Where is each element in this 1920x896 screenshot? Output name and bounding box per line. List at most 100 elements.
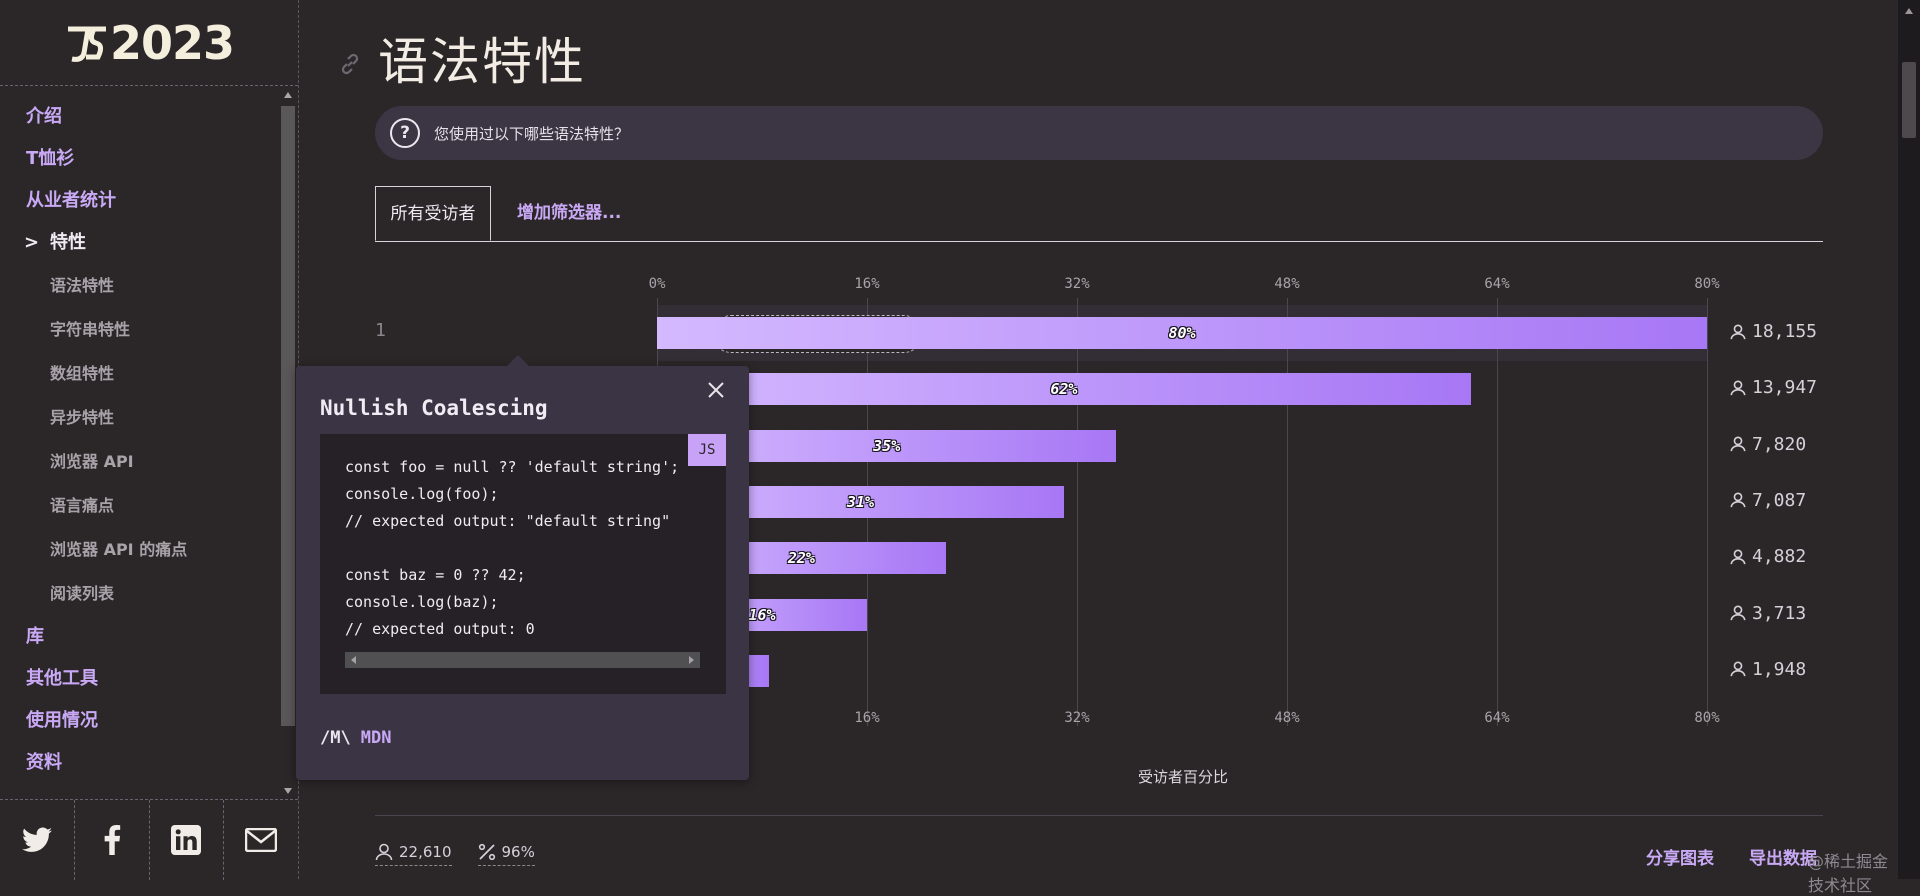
data-bar[interactable]: 80% [657,317,1707,349]
nav-sub-browser-api[interactable]: 浏览器 API [0,440,280,484]
respondent-count: 4,882 [1730,546,1806,567]
x-tick-label-bottom: 64% [1484,710,1510,726]
nav-sub-language-pain[interactable]: 语言痛点 [0,484,280,528]
question-box: ? 您使用过以下哪些语法特性？ [375,106,1823,160]
gridline [1077,298,1078,726]
code-horizontal-scrollbar[interactable] [345,652,700,668]
x-tick-label-top: 0% [648,276,666,292]
nav-item-other-tools[interactable]: 其他工具 [0,658,280,700]
x-tick-label-top: 16% [854,276,880,292]
data-bar[interactable]: 62% [657,373,1471,406]
gridline [1287,298,1288,726]
facebook-link[interactable] [75,800,150,880]
count-value: 18,155 [1752,321,1818,342]
nav-item-usage[interactable]: 使用情况 [0,700,280,742]
page-scroll-thumb[interactable] [1902,62,1916,138]
respondent-count: 3,713 [1730,603,1806,624]
respondent-count: 7,087 [1730,490,1806,511]
user-icon [1730,605,1746,621]
user-icon [1730,324,1746,339]
count-value: 7,820 [1752,433,1807,455]
respondent-count: 1,948 [1730,659,1806,680]
count-value: 3,713 [1752,602,1807,624]
nav-item-resources[interactable]: 资料 [0,742,280,784]
linkedin-link[interactable] [150,800,225,880]
nav-item-features-label: 特性 [50,232,86,253]
nav-sub-reading-list[interactable]: 阅读列表 [0,572,280,616]
divider [375,815,1823,816]
filter-tabs: 所有受访者 增加筛选器... [375,186,1823,242]
x-tick-label-bottom: 16% [854,710,880,726]
facebook-icon [104,825,120,855]
js-logo-icon [67,26,106,62]
logo-year: 2023 [109,15,235,70]
nav-item-intro[interactable]: 介绍 [0,96,280,138]
respondent-count: 18,155 [1730,321,1817,342]
respondents-stat[interactable]: 22,610 [375,843,452,866]
x-tick-label-bottom: 80% [1694,710,1720,726]
scroll-up-arrow-icon[interactable] [284,92,292,98]
mdn-label: MDN [360,728,392,748]
share-chart-button[interactable]: 分享图表 [1646,844,1714,869]
close-icon[interactable] [704,378,728,402]
count-value: 13,947 [1752,377,1818,399]
twitter-link[interactable] [0,800,75,880]
user-icon [1730,436,1746,452]
sidebar: 2023 介绍 T恤衫 从业者统计 > 特性 语法特性 字符串特性 数组特性 异… [0,0,299,880]
popover-title: Nullish Coalescing [320,396,548,420]
email-link[interactable] [224,800,298,880]
bar-value-label: 16% [748,605,776,624]
completion-stat[interactable]: 96% [477,843,535,866]
watermark: @稀土掘金技术社区 [1808,852,1889,895]
row-rank: 1 [375,320,386,341]
completion-percent: 96% [501,843,535,861]
popover-pointer [506,355,530,367]
user-icon [1730,549,1746,564]
scroll-down-arrow-icon[interactable] [284,788,292,794]
respondents-count: 22,610 [399,843,452,861]
respondent-count: 7,820 [1730,434,1806,455]
nav-sub-async[interactable]: 异步特性 [0,396,280,440]
nav-sub-strings[interactable]: 字符串特性 [0,308,280,352]
add-filter-button[interactable]: 增加筛选器... [517,186,621,241]
email-icon [245,828,278,852]
export-data-button[interactable]: 导出数据 [1749,844,1817,869]
page-scroll-up-icon[interactable] [1905,8,1913,14]
link-icon[interactable] [338,52,362,76]
nav-item-libraries[interactable]: 库 [0,616,280,658]
code-snippet: const foo = null ?? 'default string'; co… [345,458,680,638]
x-tick-label-bottom: 32% [1064,710,1090,726]
x-tick-label-top: 32% [1064,276,1090,292]
user-icon [1730,380,1746,396]
user-icon [1730,492,1746,508]
sidebar-scrollbar[interactable] [280,86,296,798]
x-tick-label-bottom: 48% [1274,710,1300,726]
gridline [1497,298,1498,726]
nav-sub-syntax[interactable]: 语法特性 [0,264,280,308]
mdn-link[interactable]: /M\ MDN [320,728,391,748]
bar-value-label: 80% [1168,324,1196,342]
user-icon [375,843,393,861]
mdn-logo-icon: /M\ [320,728,351,748]
x-axis-label: 受访者百分比 [1138,768,1229,786]
scroll-right-arrow-icon[interactable] [689,656,694,664]
nav-item-demographics[interactable]: 从业者统计 [0,180,280,222]
nav-sub-arrays[interactable]: 数组特性 [0,352,280,396]
code-example: JS const foo = null ?? 'default string';… [320,434,726,694]
page-scrollbar[interactable] [1898,0,1920,879]
nav-item-features[interactable]: > 特性 [0,222,280,264]
site-logo[interactable]: 2023 [0,0,298,86]
bar-value-label: 22% [787,549,815,568]
count-value: 1,948 [1752,658,1807,680]
nav-sub-browser-api-pain[interactable]: 浏览器 API 的痛点 [0,528,280,572]
sidebar-scroll-thumb[interactable] [281,106,295,726]
percent-icon [478,843,495,861]
tab-all-respondents[interactable]: 所有受访者 [375,186,491,241]
nav-active-caret: > [24,232,40,253]
nav-item-tshirt[interactable]: T恤衫 [0,138,280,180]
page-title: 语法特性 [378,33,586,91]
social-links [0,799,298,880]
count-value: 4,882 [1752,546,1807,568]
scroll-left-arrow-icon[interactable] [351,656,356,664]
bar-value-label: 62% [1050,380,1078,399]
